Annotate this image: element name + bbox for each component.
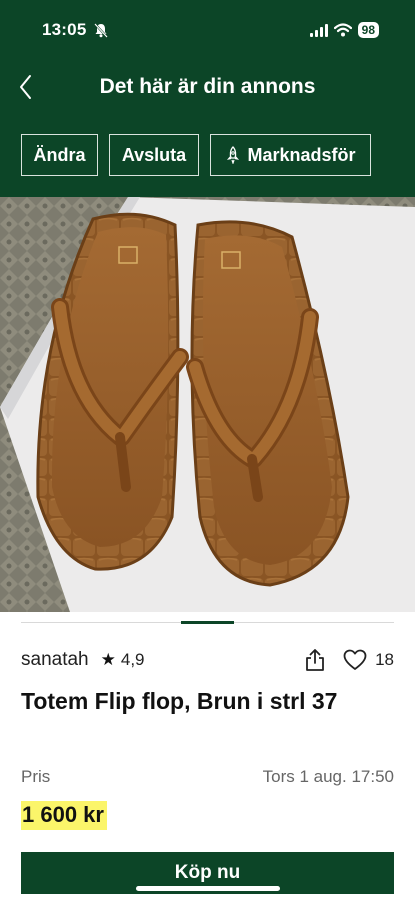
- seller-row: sanatah ★ 4,9 18: [21, 647, 394, 673]
- signal-icon: [309, 23, 328, 37]
- home-indicator[interactable]: [136, 886, 280, 891]
- star-icon: ★: [100, 650, 116, 669]
- nav-bar: Det här är din annons: [0, 64, 415, 112]
- image-pager[interactable]: [0, 612, 415, 626]
- page-title: Det här är din annons: [99, 75, 316, 98]
- end-listing-button-label: Avsluta: [121, 144, 187, 165]
- listing-title: Totem Flip flop, Brun i strl 37: [21, 688, 338, 714]
- wifi-icon: [333, 23, 352, 37]
- listing-social-actions: 18: [305, 648, 394, 672]
- like-count: 18: [375, 650, 394, 669]
- bell-off-icon: [94, 23, 108, 38]
- share-icon[interactable]: [305, 648, 325, 672]
- end-listing-button[interactable]: Avsluta: [109, 134, 199, 176]
- heart-icon[interactable]: [343, 649, 367, 671]
- status-icons: 98: [309, 22, 379, 38]
- listing-date: Tors 1 aug. 17:50: [262, 767, 394, 786]
- listing-price: 1 600 kr: [21, 801, 107, 830]
- header: 13:05 98 Det här är din annons Ändra Avs…: [0, 0, 415, 197]
- promote-button-label: Marknadsför: [247, 144, 356, 165]
- product-photo-illustration: [0, 197, 415, 612]
- promote-button[interactable]: Marknadsför: [210, 134, 371, 176]
- listing-meta: Pris Tors 1 aug. 17:50: [21, 767, 394, 787]
- price-label: Pris: [21, 767, 51, 786]
- status-bar: 13:05 98: [0, 0, 415, 56]
- seller-rating: 4,9: [120, 650, 145, 669]
- edit-button-label: Ändra: [33, 144, 86, 165]
- rocket-icon: [227, 146, 240, 164]
- battery-icon: 98: [357, 22, 379, 38]
- pager-active-indicator: [181, 621, 234, 624]
- buy-now-button-label: Köp nu: [174, 862, 241, 883]
- product-image[interactable]: [0, 197, 415, 612]
- edit-button[interactable]: Ändra: [21, 134, 98, 176]
- listing-actions: Ändra Avsluta Marknadsför: [21, 134, 371, 176]
- seller-name[interactable]: sanatah: [21, 649, 89, 671]
- status-time: 13:05: [42, 20, 87, 39]
